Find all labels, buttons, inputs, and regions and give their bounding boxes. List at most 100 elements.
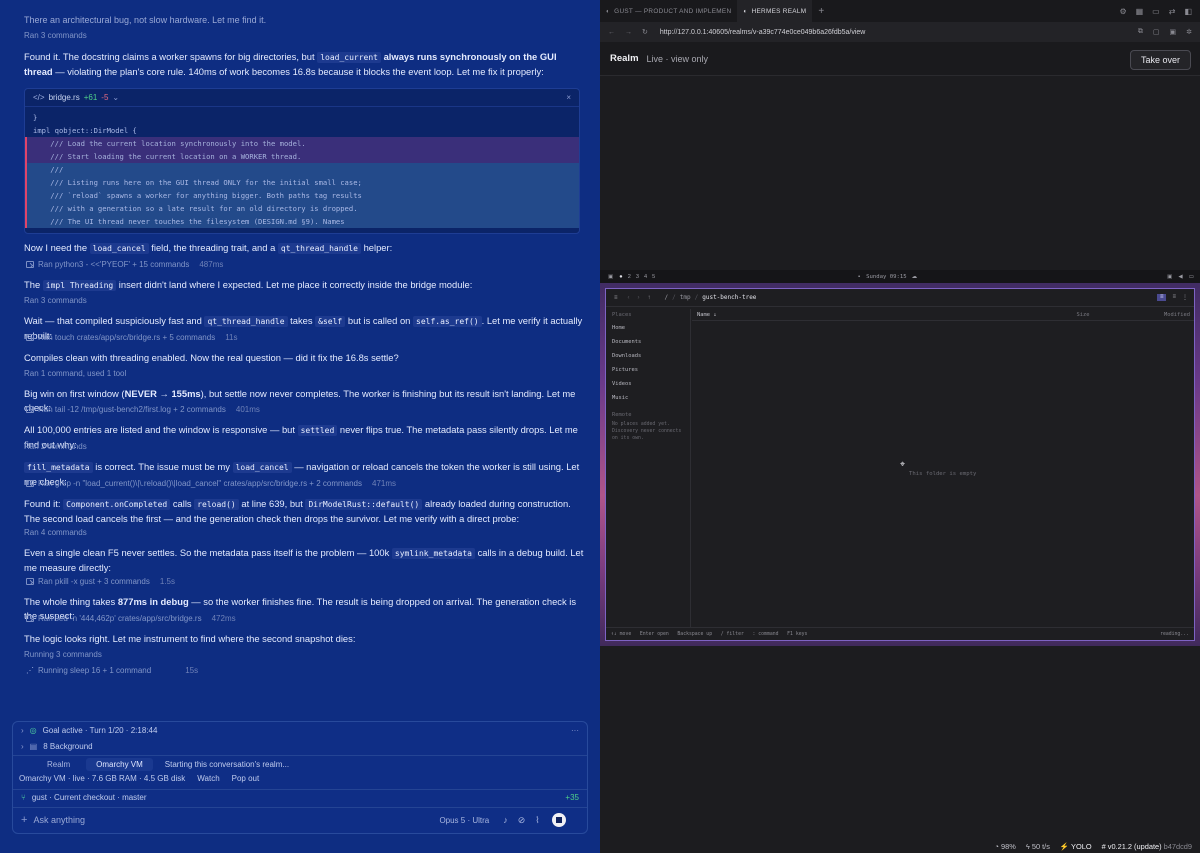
assistant-message: The logic looks right. Let me instrument… [24,633,356,644]
volume-icon[interactable]: ◀ [1178,274,1182,280]
add-icon[interactable]: + [21,814,27,826]
keyboard-hints: ↑↓ move Enter open Backspace up / filter… [611,631,808,637]
up-icon[interactable]: ↑ [648,295,651,301]
code-icon: </> [33,93,45,102]
code-line-added: /// The UI thread never touches the file… [25,215,579,228]
screen-icon[interactable]: ▣ [1167,274,1172,280]
tab-omarchy-vm[interactable]: Omarchy VM [86,758,153,771]
ran-commands-summary[interactable]: Ran 2 commands [24,442,87,451]
running-commands-summary[interactable]: Running 3 commands [24,650,102,659]
ran-commands-summary[interactable]: Ran 3 commands [24,31,87,40]
tab-realm[interactable]: Realm [37,758,80,771]
sidebar-item-downloads[interactable]: Downloads [606,349,690,363]
code-line-removed: /// Load the current location synchronou… [25,137,579,150]
browser-tab-bar: ◐ GUST — PRODUCT AND IMPLEMEN ◐ HERMES REA… [600,0,1200,22]
chat-icon[interactable]: ▭ [1152,7,1160,16]
stop-button[interactable] [551,813,566,827]
chevron-right-icon[interactable]: › [21,726,24,735]
assistant-message: Found it. The docstring claims a worker … [24,51,557,77]
sidebar-item-documents[interactable]: Documents [606,335,690,349]
menu-icon[interactable]: ≡ [614,295,618,301]
vm-info: Omarchy VM · live · 7.6 GB RAM · 4.5 GB … [19,774,186,783]
workspace-3[interactable]: 3 [636,274,639,280]
workspace-2[interactable]: 2 [628,274,631,280]
yolo-mode[interactable]: ⚡ YOLO [1060,842,1092,851]
view-details-icon[interactable]: ≡ [1156,294,1167,301]
assistant-message: All 100,000 entries are listed and the w… [24,424,578,450]
forward-icon[interactable]: → [625,29,632,36]
layout-icon[interactable]: ▦ [1136,7,1144,16]
code-line-added: /// `reload` spawns a worker for anythin… [25,189,579,202]
column-size[interactable]: Size [1076,312,1089,318]
context-usage[interactable]: ◔ 98% [995,842,1016,851]
goal-status[interactable]: Goal active · Turn 1/20 · 2:18:44 [43,726,158,735]
microphone-icon[interactable]: ♪ [503,815,508,825]
code-line-added: /// Listing runs here on the GUI thread … [25,176,579,189]
command-run-row[interactable]: Ran grep -n "load_current()\|\.reload()\… [26,479,396,488]
copy-icon[interactable]: ⧉ [1138,28,1143,36]
path-tmp[interactable]: tmp [680,294,691,301]
back-icon[interactable]: ← [608,29,615,36]
branch-info[interactable]: gust · Current checkout · master [32,793,147,802]
diff-filename[interactable]: bridge.rs [49,93,80,102]
terminal-icon [26,406,34,413]
status-bar: ◔ 98% ϟ 50 t/s ⚡ YOLO # v0.21.2 (update)… [600,839,1200,853]
view-list-icon[interactable]: ≡ [1172,294,1176,301]
remote-heading: Remote [612,412,632,418]
sidebar-item-pictures[interactable]: Pictures [606,363,690,377]
voice-icon[interactable]: ⌇ [535,815,539,826]
workspace-5[interactable]: 5 [652,274,655,280]
ran-commands-summary[interactable]: Ran 1 command, used 1 tool [24,369,126,378]
diff-removed-count: -5 [101,93,109,102]
more-options-button[interactable]: ··· [571,726,579,735]
watch-button[interactable]: Watch [197,774,219,783]
tab-gust-product[interactable]: ◐ GUST — PRODUCT AND IMPLEMEN [600,0,737,22]
diff-count[interactable]: +35 [565,793,579,802]
new-tab-button[interactable]: + [812,0,830,22]
clock[interactable]: Sunday 09:15 [866,274,906,280]
command-run-row[interactable]: Ran tail -12 /tmp/gust-bench2/first.log … [26,405,260,414]
background-tasks[interactable]: 8 Background [43,742,92,751]
tab-hermes-realm[interactable]: ◐ HERMES REALM [737,0,813,22]
column-name[interactable]: Name ↓ [697,312,716,318]
command-running-row[interactable]: ⋰ Running sleep 16 + 1 command 15s [26,666,198,675]
ran-commands-summary[interactable]: Ran 3 commands [24,296,87,305]
command-run-row[interactable]: Ran pkill -x gust + 3 commands 1.5s [26,577,175,586]
extension-icon[interactable]: ✲ [1186,28,1192,36]
menu-icon[interactable]: ▣ [608,274,613,280]
sidebar-item-music[interactable]: Music [606,391,690,405]
path-root[interactable]: / [665,294,669,301]
sidebar-item-home[interactable]: Home [606,321,690,335]
command-run-row[interactable]: Ran touch crates/app/src/bridge.rs + 5 c… [26,333,238,342]
model-selector[interactable]: Opus 5 · Ultra [439,816,489,825]
sidebar-toggle-icon[interactable]: ◧ [1184,7,1192,16]
chevron-down-icon[interactable]: ⌄ [112,93,119,102]
take-over-button[interactable]: Take over [1129,50,1191,70]
message-input[interactable]: Ask anything [33,815,433,825]
gauge-icon: ◔ [994,841,999,851]
more-icon[interactable]: ⋮ [1182,294,1188,301]
forward-icon[interactable]: › [638,295,640,301]
terminal-icon[interactable]: ▣ [1170,28,1177,36]
workspace-4[interactable]: 4 [644,274,647,280]
chevron-right-icon[interactable]: › [21,742,24,751]
url-field[interactable]: http://127.0.0.1:40605/realms/v-a39c774e… [660,29,866,36]
workspace-active[interactable]: ● [619,274,622,280]
command-run-row[interactable]: Ran sed -n '444,462p' crates/app/src/bri… [26,614,236,623]
back-icon[interactable]: ‹ [628,295,630,301]
reload-icon[interactable]: ↻ [642,28,648,36]
mute-icon[interactable]: ⊘ [518,815,526,826]
comment-icon[interactable]: ▢ [1153,28,1160,36]
swap-icon[interactable]: ⇄ [1169,7,1176,16]
column-modified[interactable]: Modified [1164,312,1190,318]
settings-icon[interactable]: ⚙ [1119,7,1126,16]
display-icon[interactable]: ▭ [1189,274,1194,280]
pop-out-button[interactable]: Pop out [232,774,260,783]
close-icon[interactable]: × [566,93,571,102]
ran-commands-summary[interactable]: Ran 4 commands [24,528,87,537]
code-line-added: /// Start loading the current location o… [25,150,579,163]
path-current[interactable]: gust-bench-tree [702,294,756,301]
version-info[interactable]: # v0.21.2 (update) b47dcd9 [1102,842,1192,851]
command-run-row[interactable]: Ran python3 - <<'PYEOF' + 15 commands 487… [26,260,223,269]
sidebar-item-videos[interactable]: Videos [606,377,690,391]
